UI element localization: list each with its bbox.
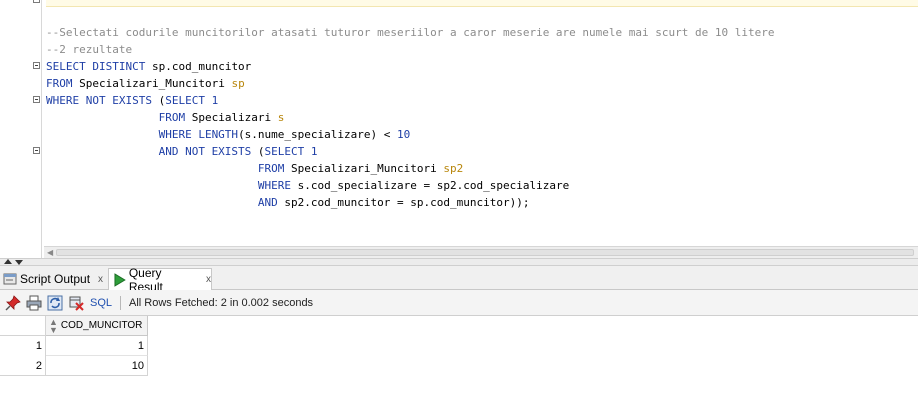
code-token: sp2 — [443, 162, 464, 175]
sql-link[interactable]: SQL — [90, 297, 112, 309]
tab-query-result[interactable]: Query Result x — [108, 266, 212, 294]
row-number: 1 — [0, 336, 46, 356]
results-tab-bar: Script Output x Query Result x — [0, 266, 918, 294]
row-number-header — [0, 316, 46, 336]
results-toolbar: SQL All Rows Fetched: 2 in 0.002 seconds — [0, 290, 918, 316]
code-token: ( — [257, 145, 265, 158]
maximize-results-arrow-icon[interactable] — [15, 260, 23, 265]
code-token: Specializari — [191, 111, 278, 124]
code-token: s.cod_specializare = sp2.cod_specializar… — [297, 179, 570, 192]
pin-icon[interactable] — [5, 294, 21, 311]
sql-editor[interactable]: --Selectati codurile muncitorilor atasat… — [0, 0, 918, 258]
code-token: FROM — [46, 111, 192, 124]
code-token: AND NOT EXISTS — [46, 145, 258, 158]
code-token: 10 — [397, 128, 411, 141]
fold-toggle-subquery-icon[interactable] — [33, 147, 40, 154]
code-token: sp.cod_muncitor — [151, 60, 252, 73]
scroll-left-arrow-icon[interactable]: ◀ — [47, 249, 53, 257]
fetch-status-text: All Rows Fetched: 2 in 0.002 seconds — [129, 296, 314, 309]
fold-toggle-where-icon[interactable] — [33, 96, 40, 103]
table-row[interactable]: 1 1 — [0, 336, 148, 356]
run-query-icon — [114, 272, 126, 287]
close-icon[interactable]: x — [206, 274, 211, 285]
code-token: --2 rezultate — [46, 43, 133, 56]
tab-script-output-label: Script Output — [20, 272, 91, 286]
code-line[interactable]: SELECT DISTINCT sp.cod_muncitor — [46, 58, 251, 75]
code-line[interactable]: AND NOT EXISTS (SELECT 1 — [46, 143, 318, 160]
code-token: Specializari_Muncitori — [79, 77, 232, 90]
table-cell[interactable]: 1 — [46, 336, 148, 356]
table-row[interactable]: 2 10 — [0, 356, 148, 376]
code-token: SELECT 1 — [264, 145, 318, 158]
code-token: (s.nume_specializare) < — [238, 128, 398, 141]
code-token: s — [277, 111, 285, 124]
code-line[interactable]: WHERE LENGTH(s.nume_specializare) < 10 — [46, 126, 411, 143]
fold-toggle-select-icon[interactable] — [33, 62, 40, 69]
column-header-cod-muncitor[interactable]: ▲ ▼ COD_MUNCITOR — [46, 316, 148, 336]
code-token: FROM — [46, 77, 80, 90]
code-line[interactable]: --Selectati codurile muncitorilor atasat… — [46, 24, 774, 41]
code-token: sp2.cod_muncitor = sp.cod_muncitor)); — [284, 196, 530, 209]
results-grid[interactable]: ▲ ▼ COD_MUNCITOR 1 1 2 10 — [0, 316, 918, 415]
code-token: AND — [46, 196, 285, 209]
code-line[interactable]: WHERE NOT EXISTS (SELECT 1 — [46, 92, 218, 109]
code-line[interactable]: AND sp2.cod_muncitor = sp.cod_muncitor))… — [46, 194, 530, 211]
code-line[interactable]: --2 rezultate — [46, 41, 132, 58]
scrollbar-thumb[interactable] — [56, 249, 914, 256]
editor-gutter — [0, 0, 44, 258]
tab-script-output[interactable]: Script Output x — [3, 268, 107, 290]
row-number: 2 — [0, 356, 46, 376]
code-token: WHERE LENGTH — [46, 128, 239, 141]
maximize-editor-arrow-icon[interactable] — [4, 259, 12, 264]
code-token: SELECT 1 — [165, 94, 219, 107]
column-header-label: COD_MUNCITOR — [60, 320, 143, 331]
horizontal-scrollbar[interactable]: ◀ — [44, 246, 918, 258]
code-token: Specializari_Muncitori — [291, 162, 444, 175]
sort-icon[interactable]: ▲ ▼ — [49, 317, 58, 334]
code-token: SELECT DISTINCT — [46, 60, 152, 73]
toolbar-separator — [120, 295, 122, 310]
print-icon[interactable] — [26, 295, 42, 311]
refresh-icon[interactable] — [47, 295, 63, 311]
code-line[interactable]: WHERE s.cod_specializare = sp2.cod_speci… — [46, 177, 569, 194]
gutter-divider — [41, 0, 42, 258]
table-cell[interactable]: 10 — [46, 356, 148, 376]
code-token: --Selectati codurile muncitorilor atasat… — [46, 26, 775, 39]
fold-marker-top[interactable] — [33, 0, 40, 3]
code-token: WHERE NOT EXISTS — [46, 94, 159, 107]
close-icon[interactable]: x — [98, 274, 103, 285]
code-token: sp — [231, 77, 245, 90]
script-output-icon — [3, 273, 17, 285]
code-token: FROM — [46, 162, 292, 175]
code-line[interactable]: FROM Specializari_Muncitori sp2 — [46, 160, 463, 177]
delete-icon[interactable] — [68, 295, 84, 311]
code-line[interactable]: FROM Specializari_Muncitori sp — [46, 75, 245, 92]
code-token: WHERE — [46, 179, 298, 192]
current-line-highlight — [46, 0, 918, 7]
code-line[interactable]: FROM Specializari s — [46, 109, 285, 126]
